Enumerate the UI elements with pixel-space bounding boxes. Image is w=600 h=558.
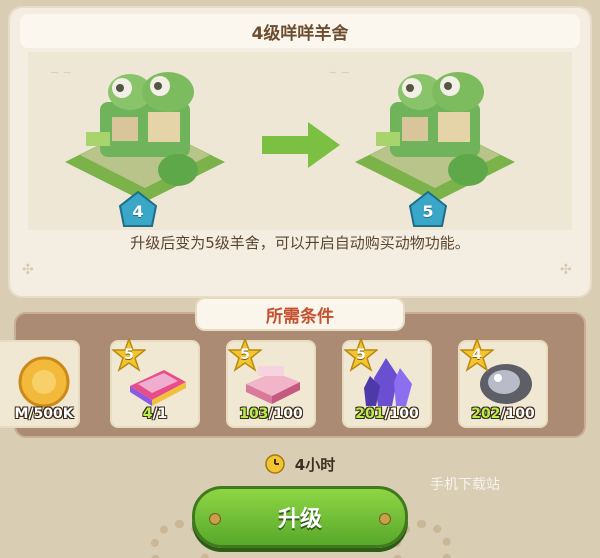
pink-brick-need: /100	[268, 406, 303, 422]
silver-ore-have: 202	[471, 406, 501, 422]
star-rating-icon: 5	[110, 336, 148, 372]
upgrade-time-label: 4小时	[294, 455, 336, 474]
pink-brick-have: 103	[239, 406, 269, 422]
requirement-card-coin[interactable]: M/500K	[0, 340, 80, 428]
rainbow-bar-need: /1	[152, 406, 168, 422]
upgrade-button[interactable]: 升级	[192, 486, 408, 548]
coin-icon	[4, 356, 70, 408]
purple-crystal-need: /100	[384, 406, 419, 422]
requirements-title: 所需条件	[195, 297, 405, 331]
upgrade-time: 4小时	[0, 452, 600, 476]
bolt-icon	[209, 513, 221, 525]
upgrade-button-label: 升级	[277, 507, 322, 532]
arrow-right-icon	[262, 122, 340, 168]
star-rating-icon: 5	[342, 336, 380, 372]
rainbow-bar-have: 4	[142, 406, 153, 422]
bolt-icon	[379, 513, 391, 525]
coin-count: M/500K	[14, 406, 74, 422]
clock-icon	[265, 454, 285, 474]
star-rating-icon: 4	[458, 336, 496, 372]
corner-ornament-icon: ✣	[560, 262, 572, 278]
star-rating-icon: 5	[226, 336, 264, 372]
watermark: 手机下载站	[430, 477, 500, 493]
silver-ore-need: /100	[500, 406, 535, 422]
current-level-badge: 4	[118, 190, 158, 228]
next-level-badge: 5	[408, 190, 448, 228]
purple-crystal-have: 201	[355, 406, 385, 422]
corner-ornament-icon: ✣	[22, 262, 34, 278]
sketch-decoration: ∼ ∼	[328, 66, 350, 79]
upgrade-description: 升级后变为5级羊舍，可以开启自动购买动物功能。	[130, 234, 470, 252]
dialog-title: 4级咩咩羊舍	[20, 14, 580, 48]
